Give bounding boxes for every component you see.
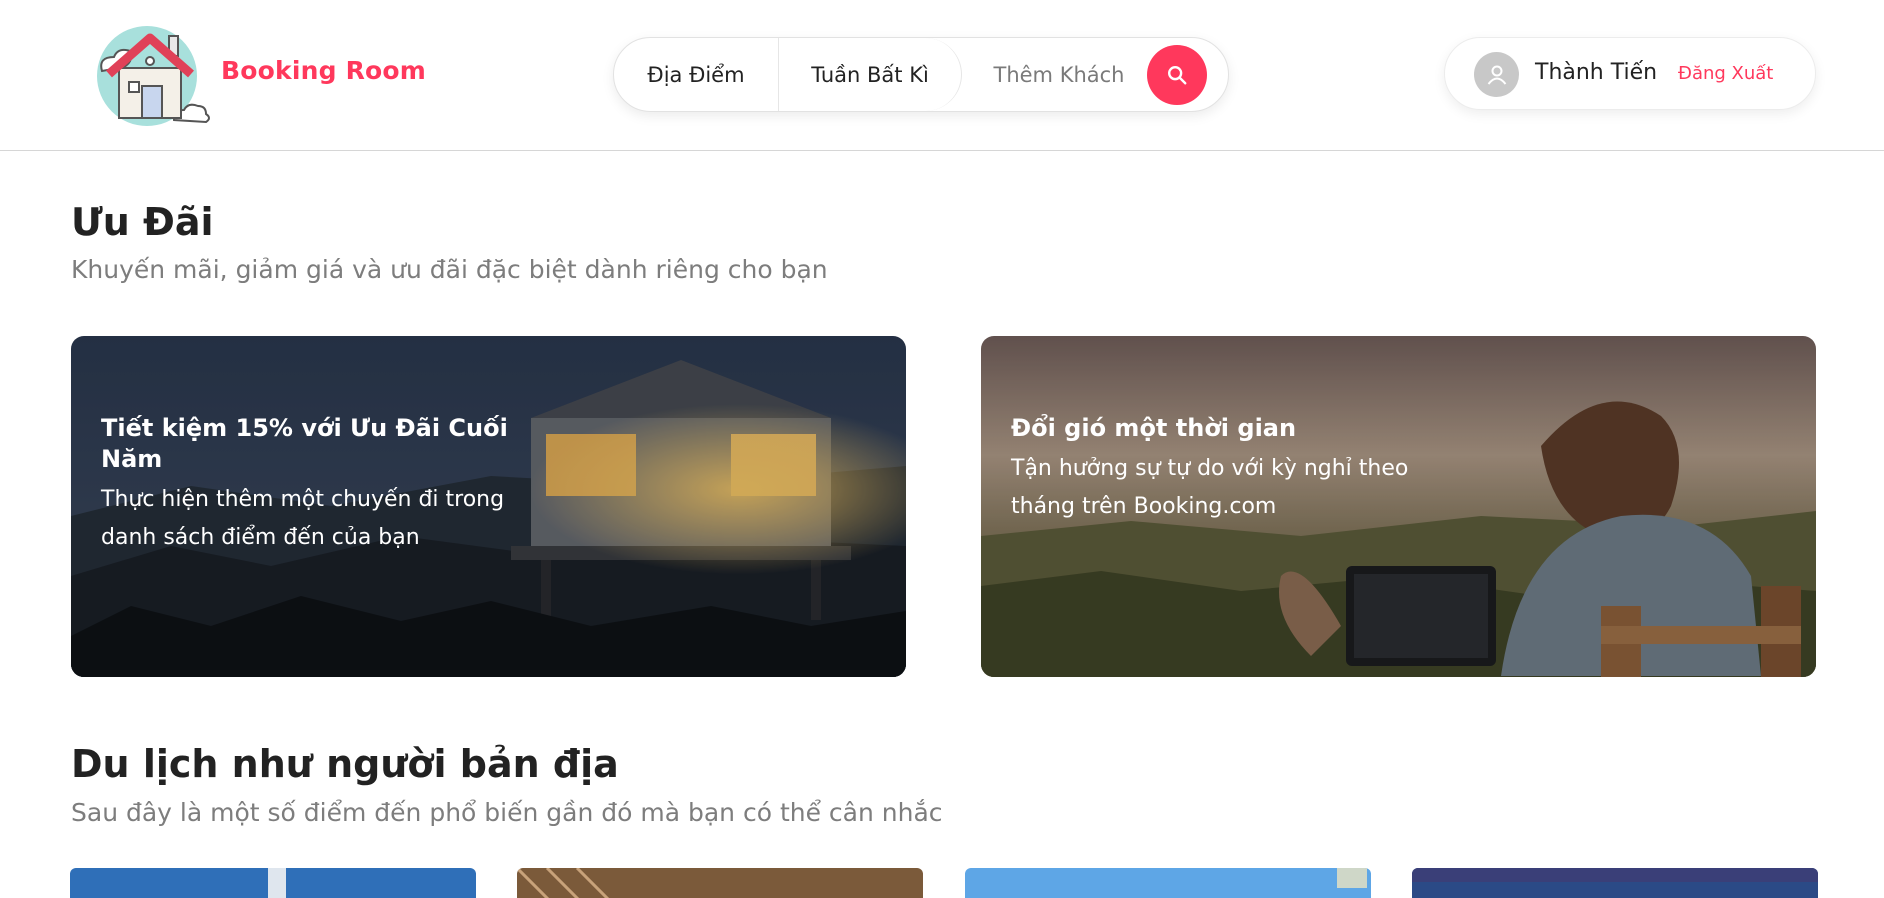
search-location-button[interactable]: Địa Điểm	[614, 38, 779, 111]
search-button[interactable]	[1147, 45, 1207, 105]
house-logo-icon[interactable]	[84, 16, 210, 130]
offer-card-desc-line2: danh sách điểm đến của bạn	[101, 525, 420, 551]
offer-card-text: Đổi gió một thời gian Tận hưởng sự tự do…	[1011, 413, 1471, 526]
offer-card-title: Đổi gió một thời gian	[1011, 414, 1297, 442]
offer-card-change-air[interactable]: Đổi gió một thời gian Tận hưởng sự tự do…	[981, 336, 1816, 677]
user-name: Thành Tiến	[1535, 60, 1658, 85]
offer-card-desc-line2: tháng trên Booking.com	[1011, 494, 1277, 520]
offers-subtitle: Khuyến mãi, giảm giá và ưu đãi đặc biệt …	[71, 255, 828, 284]
offers-title: Ưu Đãi	[71, 200, 214, 244]
destination-card[interactable]	[965, 868, 1371, 898]
offer-card-title: Tiết kiệm 15% với Ưu Đãi Cuối Năm	[101, 414, 508, 474]
brand-name[interactable]: Booking Room	[221, 56, 426, 85]
search-icon	[1168, 66, 1187, 85]
local-travel-title: Du lịch như người bản địa	[71, 742, 619, 786]
destination-card[interactable]	[517, 868, 923, 898]
destination-card[interactable]	[70, 868, 476, 898]
logout-link[interactable]: Đăng Xuất	[1678, 63, 1773, 84]
search-bar: Địa Điểm Tuần Bất Kì Thêm Khách	[613, 37, 1229, 112]
local-travel-subtitle: Sau đây là một số điểm đến phổ biến gần …	[71, 798, 943, 827]
search-guests-button[interactable]: Thêm Khách	[974, 38, 1144, 111]
user-menu: Thành Tiến Đăng Xuất	[1444, 37, 1816, 110]
offer-card-year-end[interactable]: Tiết kiệm 15% với Ưu Đãi Cuối Năm Thực h…	[71, 336, 906, 677]
destination-card[interactable]	[1412, 868, 1818, 898]
offer-card-text: Tiết kiệm 15% với Ưu Đãi Cuối Năm Thực h…	[101, 413, 561, 557]
user-avatar-icon[interactable]	[1474, 52, 1519, 97]
offer-card-desc-line1: Tận hưởng sự tự do với kỳ nghỉ theo	[1011, 456, 1409, 482]
search-week-button[interactable]: Tuần Bất Kì	[779, 38, 962, 111]
offer-card-desc-line1: Thực hiện thêm một chuyến đi trong	[101, 487, 505, 513]
top-navbar: Booking Room Địa Điểm Tuần Bất Kì Thêm K…	[0, 0, 1884, 151]
